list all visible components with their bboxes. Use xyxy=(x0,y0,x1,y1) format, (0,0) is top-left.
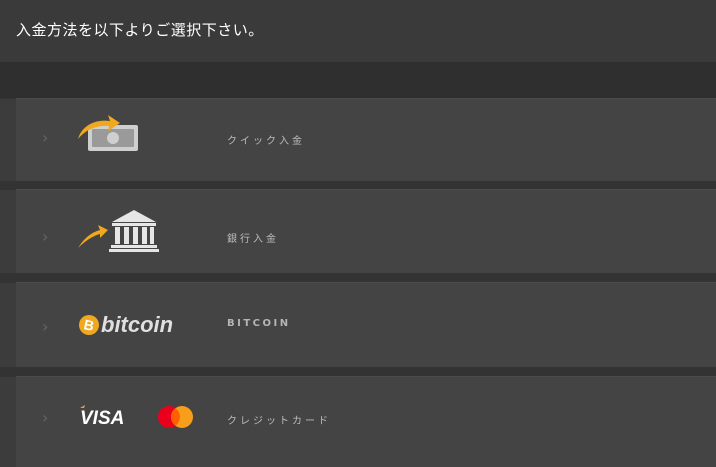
deposit-method-label: クイック入金 xyxy=(227,136,305,147)
deposit-method-label: 銀行入金 xyxy=(227,234,279,245)
deposit-method-bitcoin[interactable]: › B bitcoin BITCOIN xyxy=(0,282,716,367)
page-title: 入金方法を以下よりご選択下さい。 xyxy=(16,21,264,39)
bitcoin-logo-text: bitcoin xyxy=(101,312,173,337)
divider-band xyxy=(0,62,716,98)
chevron-right-icon: › xyxy=(42,317,49,336)
quick-deposit-icon xyxy=(76,113,140,153)
deposit-method-bank[interactable]: › 銀行入金 xyxy=(0,189,716,273)
bank-icon xyxy=(76,208,160,254)
chevron-right-icon: › xyxy=(42,227,49,246)
visa-logo: VISA xyxy=(78,405,138,429)
deposit-method-label: BITCOIN xyxy=(227,318,291,329)
chevron-right-icon: › xyxy=(42,408,49,427)
visa-logo-text: VISA xyxy=(80,408,124,429)
bitcoin-logo: B bitcoin xyxy=(78,310,182,340)
header: 入金方法を以下よりご選択下さい。 xyxy=(0,0,716,62)
deposit-method-label: クレジットカード xyxy=(227,416,331,427)
deposit-method-quick[interactable]: › クイック入金 xyxy=(0,98,716,181)
chevron-right-icon: › xyxy=(42,128,49,147)
mastercard-logo xyxy=(156,405,196,429)
deposit-method-credit-card[interactable]: › VISA クレジットカード xyxy=(0,376,716,467)
